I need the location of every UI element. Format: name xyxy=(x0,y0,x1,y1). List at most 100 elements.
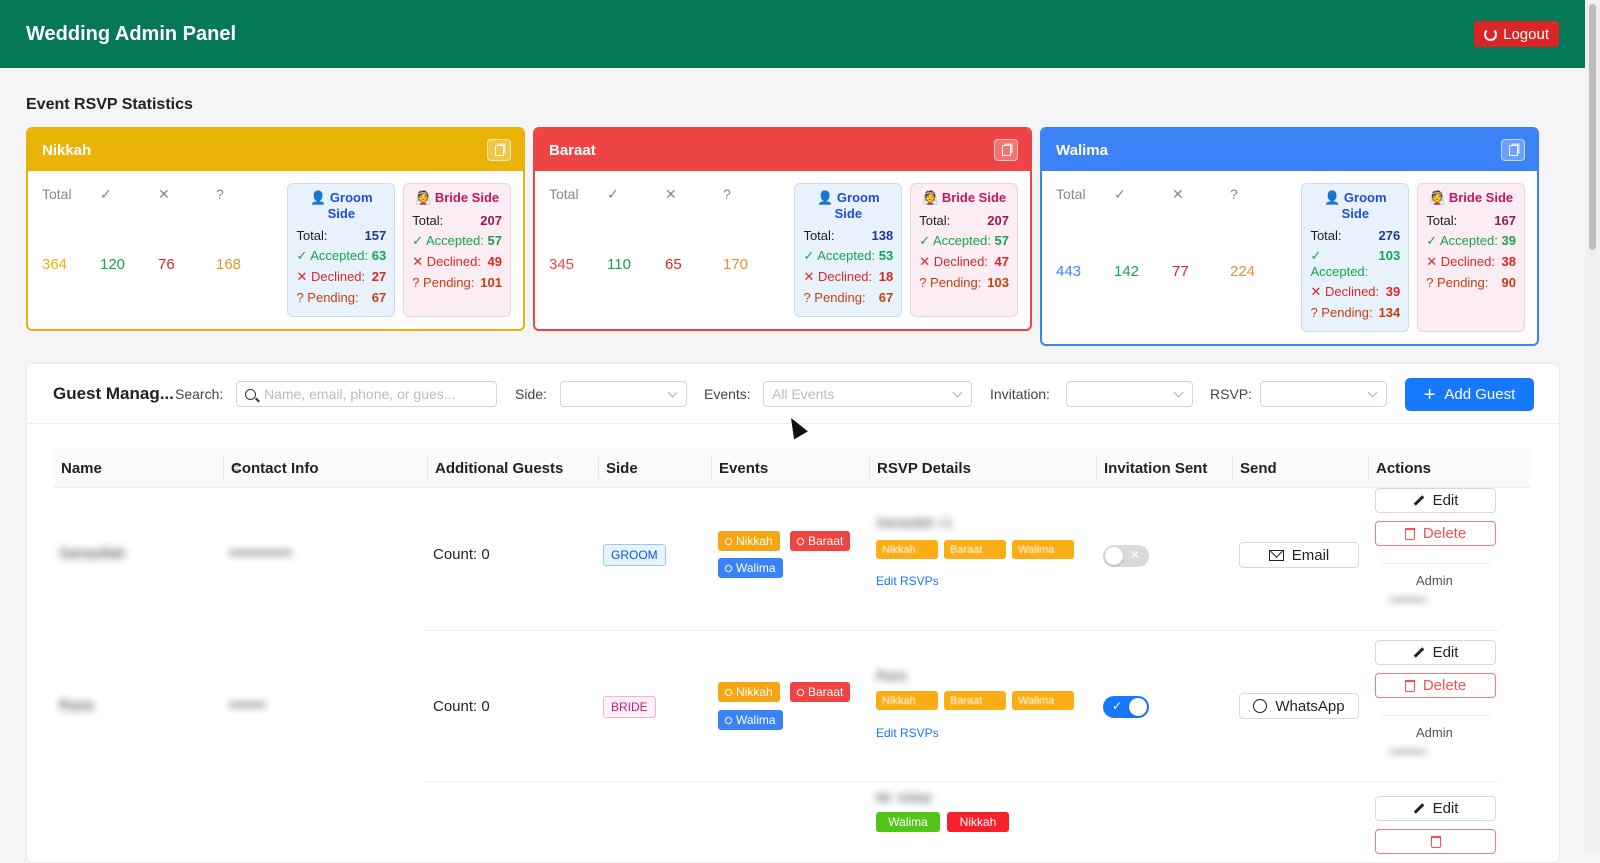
side-accepted-value: 39 xyxy=(1501,233,1516,248)
groom-side-box: 👤 Groom Side Total: 138 ✓ Accepted: 53 ✕ D… xyxy=(794,183,903,317)
column-divider xyxy=(1096,457,1097,479)
event-tag-baraat: Baraat xyxy=(790,531,851,551)
side-declined-row: ✕ Declined: 27 xyxy=(296,269,386,285)
pending-label: ? xyxy=(1230,186,1238,202)
link-icon xyxy=(795,687,806,697)
side-filter-select[interactable] xyxy=(560,381,687,407)
logout-button[interactable]: Logout xyxy=(1474,21,1559,47)
card-header: Nikkah xyxy=(28,129,523,171)
bride-side-title: 👰 Bride Side xyxy=(1429,190,1514,205)
search-input[interactable]: Name, email, phone, or gues... xyxy=(236,381,497,407)
side-declined-row: ✕ Declined: 47 xyxy=(919,254,1009,270)
delete-button[interactable] xyxy=(1375,829,1496,854)
toggle-knob xyxy=(1105,547,1123,565)
nikkah-stats-card: Nikkah Total ✓ ✕ ? 364 120 76 168 👤 Groo… xyxy=(26,127,525,331)
delete-button[interactable]: Delete xyxy=(1375,521,1496,546)
stats-title: Event RSVP Statistics xyxy=(26,96,193,113)
app-title: Wedding Admin Panel xyxy=(26,22,237,45)
event-name: Nikkah xyxy=(42,141,92,159)
side-declined-value: 38 xyxy=(1501,254,1516,269)
total-label: Total xyxy=(1056,186,1086,202)
copy-button[interactable] xyxy=(1501,139,1525,161)
edit-button[interactable]: Edit xyxy=(1375,796,1496,821)
side-total-row: Total: 207 xyxy=(412,213,502,228)
delete-label: Delete xyxy=(1422,677,1467,694)
side-pending-row: ? Pending: 103 xyxy=(919,275,1009,290)
page-scrollbar[interactable] xyxy=(1585,0,1600,853)
rsvp-filter-label: RSVP: xyxy=(1210,386,1253,402)
bride-side-box: 👰 Bride Side Total: 207 ✓ Accepted: 57 ✕ D… xyxy=(403,183,511,317)
edit-label: Edit xyxy=(1432,800,1459,817)
side-accepted-value: 57 xyxy=(994,233,1009,248)
column-invitation-sent: Invitation Sent xyxy=(1104,460,1208,477)
rsvp-filter-select[interactable] xyxy=(1260,381,1387,407)
column-additional-guests: Additional Guests xyxy=(435,460,564,477)
top-bar: Wedding Admin Panel Logout xyxy=(0,0,1585,68)
side-accepted-row: ✓ Accepted: 53 xyxy=(803,248,893,264)
event-tag-label: Baraat xyxy=(808,685,844,699)
rsvp-chip: Nikkah xyxy=(947,812,1009,832)
side-pending-value: 103 xyxy=(987,275,1009,290)
copy-icon xyxy=(1001,144,1011,156)
rsvp-chip: Nikkah xyxy=(876,540,938,559)
edit-button[interactable]: Edit xyxy=(1375,488,1496,513)
side-pending-value: 90 xyxy=(1501,275,1516,290)
add-guest-button[interactable]: + Add Guest xyxy=(1405,378,1534,411)
invitation-sent-toggle[interactable]: ✓ xyxy=(1103,696,1149,718)
send-email-button[interactable]: Email xyxy=(1239,542,1359,568)
side-accepted-label: ✓ Accepted: xyxy=(803,248,876,263)
event-tag-label: Baraat xyxy=(808,534,844,548)
declined-label: ✕ xyxy=(1172,186,1184,202)
side-pending-row: ? Pending: 134 xyxy=(1310,305,1400,320)
side-total-value: 207 xyxy=(987,213,1009,228)
pending-label: ? xyxy=(723,186,731,202)
total-value: 443 xyxy=(1056,263,1082,280)
scrollbar-thumb[interactable] xyxy=(1589,4,1596,250)
side-declined-label: ✕ Declined: xyxy=(412,254,481,269)
side-total-row: Total: 138 xyxy=(803,228,893,243)
side-accepted-value: 57 xyxy=(487,233,502,248)
edit-rsvps-link[interactable]: Edit RSVPs xyxy=(876,726,939,740)
delete-button[interactable]: Delete xyxy=(1375,673,1496,698)
divider xyxy=(1380,715,1492,716)
accepted-label: ✓ xyxy=(100,186,112,202)
column-divider xyxy=(1232,457,1233,479)
event-tag-nikkah: Nikkah xyxy=(718,531,780,551)
walima-stats-card: Walima Total ✓ ✕ ? 443 142 77 224 👤 Groo… xyxy=(1040,127,1539,346)
trash-icon xyxy=(1430,835,1441,848)
rsvp-chip-label: Walima xyxy=(1018,543,1055,556)
events-filter-select[interactable]: All Events xyxy=(763,381,972,407)
column-send: Send xyxy=(1240,460,1277,477)
event-totals: Total ✓ ✕ ? 443 142 77 224 xyxy=(1056,183,1293,332)
rsvp-chip-label: Walima xyxy=(1018,694,1055,707)
search-label: Search: xyxy=(175,386,224,402)
accepted-label: ✓ xyxy=(607,186,619,202)
logout-label: Logout xyxy=(1503,25,1549,43)
check-icon: ✓ xyxy=(1112,699,1123,713)
side-accepted-value: 63 xyxy=(371,248,387,263)
invitation-sent-toggle[interactable]: ✕ xyxy=(1103,545,1149,567)
side-declined-label: ✕ Declined: xyxy=(919,254,988,269)
invitation-filter-select[interactable] xyxy=(1066,381,1193,407)
created-at: •••••••• xyxy=(1390,744,1427,759)
baraat-stats-card: Baraat Total ✓ ✕ ? 345 110 65 170 👤 Groo… xyxy=(533,127,1032,331)
guest-management-title: Guest Manag... xyxy=(53,384,174,403)
side-pending-row: ? Pending: 67 xyxy=(296,290,386,305)
send-label: Email xyxy=(1291,546,1330,564)
edit-button[interactable]: Edit xyxy=(1375,640,1496,665)
copy-button[interactable] xyxy=(487,139,511,161)
column-actions: Actions xyxy=(1376,460,1432,477)
card-body: Total ✓ ✕ ? 364 120 76 168 👤 Groom Side … xyxy=(28,171,523,329)
groom-side-title: 👤 Groom Side xyxy=(310,190,373,221)
column-name[interactable]: Name xyxy=(61,460,102,477)
side-declined-row: ✕ Declined: 38 xyxy=(1426,254,1516,270)
link-icon xyxy=(723,563,734,573)
copy-button[interactable] xyxy=(994,139,1018,161)
rsvp-chip: Walima xyxy=(1012,691,1074,710)
edit-rsvps-link[interactable]: Edit RSVPs xyxy=(876,574,939,588)
rsvp-chip: Baraat xyxy=(944,540,1006,559)
send-label: WhatsApp xyxy=(1275,697,1345,715)
event-tag-baraat: Baraat xyxy=(790,682,851,702)
event-tag-label: Walima xyxy=(736,561,776,575)
send-whatsapp-button[interactable]: WhatsApp xyxy=(1239,693,1359,719)
